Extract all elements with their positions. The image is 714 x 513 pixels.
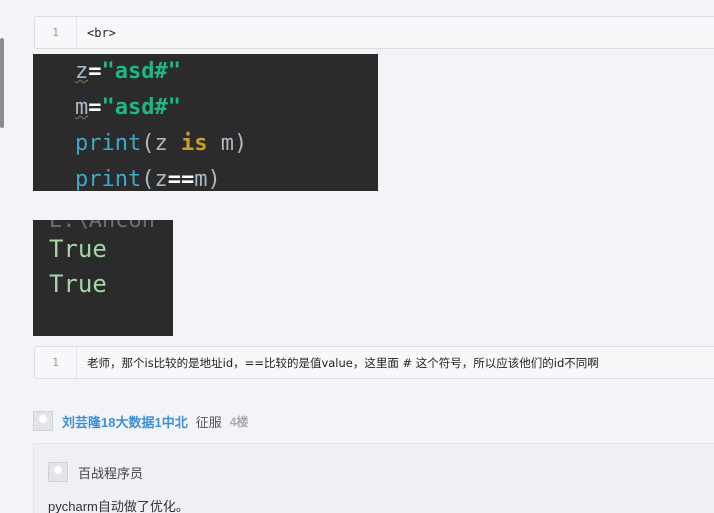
console-line-1: True [49,235,107,263]
avatar[interactable] [48,462,68,482]
code-line-3: print(z is m) [75,131,248,156]
code-line-1: z="asd#" [75,59,181,84]
reply-text: pycharm自动做了优化。 [48,499,189,513]
console-path: E:\Ancon [49,220,173,232]
comment-author-link[interactable]: 刘芸隆18大数据1中北 [62,412,188,431]
console-line-2: True [49,270,107,298]
reply-header: 百战程序员 [48,462,143,482]
code-block-question: 1 老师，那个is比较的是地址id，==比较的是值value，这里面 # 这个符… [34,346,714,379]
reply-author[interactable]: 百战程序员 [78,463,143,482]
scrollbar-thumb[interactable] [0,38,4,128]
comment-header: 刘芸隆18大数据1中北 征服 4楼 [33,410,248,432]
line-number: 1 [35,347,77,378]
code-text: <br> [87,25,116,40]
reply-box: 百战程序员 pycharm自动做了优化。 [33,443,714,513]
code-block-br: 1 <br> [34,16,714,49]
console-output-screenshot: E:\Ancon True True [33,220,173,336]
floor-number: 4楼 [229,414,249,429]
user-title: 征服 [195,414,222,430]
code-text: 老师，那个is比较的是地址id，==比较的是值value，这里面 # 这个符号，… [87,355,599,370]
code-line-4: print(z==m) [75,167,221,191]
code-line-2: m="asd#" [75,95,181,120]
line-number: 1 [35,17,77,48]
avatar[interactable] [33,411,53,431]
code-screenshot: z="asd#" m="asd#" print(z is m) print(z=… [33,54,378,191]
